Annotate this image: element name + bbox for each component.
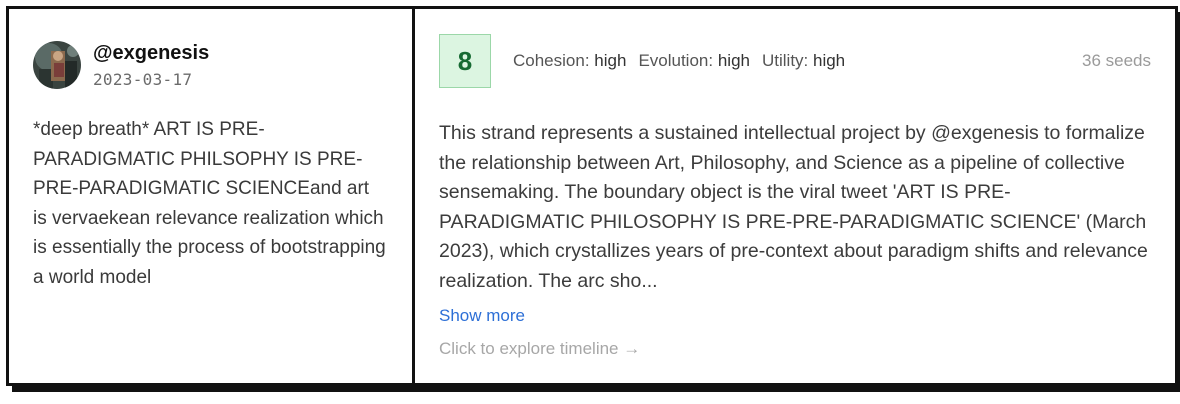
tweet-date: 2023-03-17 bbox=[93, 70, 193, 89]
metric-label: Evolution: bbox=[638, 51, 714, 70]
metric-value: high bbox=[813, 51, 846, 70]
tweet-text: *deep breath* ART IS PRE-PARADIGMATIC PH… bbox=[33, 119, 386, 288]
tweet-panel: @exgenesis 2023-03-17 *deep breath* ART … bbox=[9, 9, 415, 383]
author-meta: @exgenesis 2023-03-17 bbox=[93, 39, 209, 89]
avatar-image bbox=[33, 41, 81, 89]
strand-card[interactable]: @exgenesis 2023-03-17 *deep breath* ART … bbox=[6, 6, 1178, 386]
score-badge: 8 bbox=[439, 34, 491, 88]
seed-count: 36 seeds bbox=[1082, 51, 1151, 70]
avatar[interactable] bbox=[33, 41, 81, 89]
metric-value: high bbox=[594, 51, 627, 70]
metric-evolution: Evolution: high bbox=[638, 51, 750, 71]
metric-cohesion: Cohesion: high bbox=[513, 51, 626, 71]
strand-summary: This strand represents a sustained intel… bbox=[439, 122, 1148, 292]
show-more-link[interactable]: Show more bbox=[439, 306, 525, 326]
metric-value: high bbox=[717, 51, 750, 70]
metric-label: Utility: bbox=[761, 51, 809, 70]
author-handle[interactable]: @exgenesis bbox=[93, 41, 209, 65]
strand-header: 8 Cohesion: high Evolution: high Utility… bbox=[439, 33, 1151, 89]
metric-label: Cohesion: bbox=[513, 51, 590, 70]
strand-panel: 8 Cohesion: high Evolution: high Utility… bbox=[415, 9, 1175, 383]
explore-timeline-link[interactable]: Click to explore timeline → bbox=[439, 339, 640, 359]
author-header: @exgenesis 2023-03-17 bbox=[33, 39, 388, 89]
metric-utility: Utility: high bbox=[762, 51, 845, 71]
